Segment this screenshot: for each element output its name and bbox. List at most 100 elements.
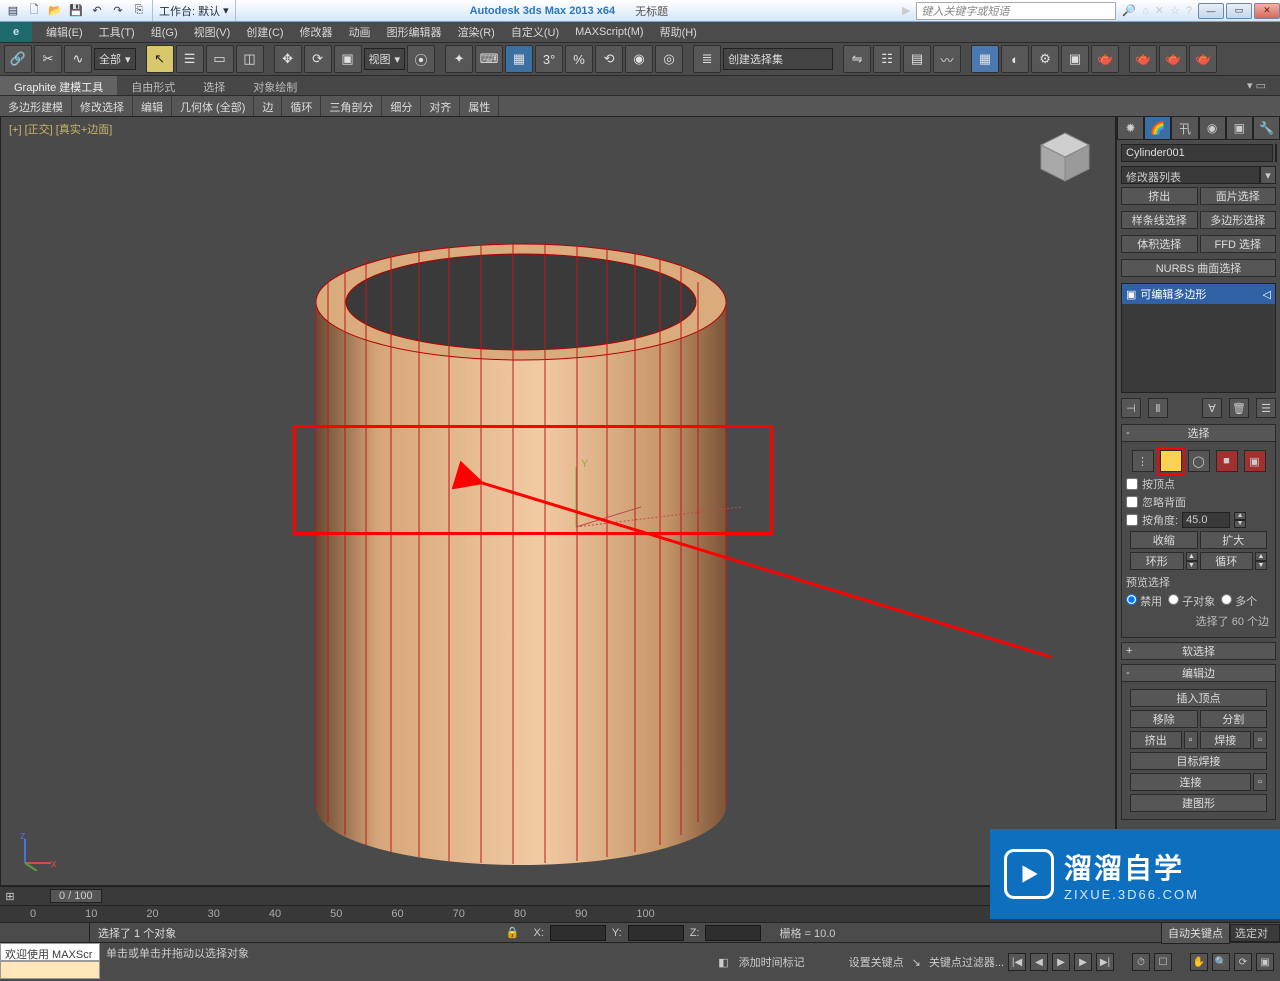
weld-button[interactable]: 焊接 [1200,731,1252,749]
quick-nurbs[interactable]: NURBS 曲面选择 [1121,259,1276,277]
ribbon-tab-freeform[interactable]: 自由形式 [117,76,189,95]
subobj-polygon-icon[interactable]: ■ [1216,450,1238,472]
named-selection-set[interactable]: 创建选择集 [723,48,833,70]
menu-views[interactable]: 视图(V) [186,21,239,43]
menu-help[interactable]: 帮助(H) [652,21,705,43]
exchange-icon[interactable]: ✕ [1155,4,1164,17]
preview-off-radio[interactable]: 禁用 [1126,593,1162,609]
comm-icon[interactable]: ⌂ [1142,5,1149,17]
snap-toggle-icon[interactable]: ▦ [505,45,533,73]
ribbon-sub-edge[interactable]: 边 [254,96,282,116]
tab-create-icon[interactable]: ✹ [1117,116,1144,140]
component-icon[interactable]: ◎ [655,45,683,73]
subobj-border-icon[interactable]: ◯ [1188,450,1210,472]
weld-settings-icon[interactable]: ▫ [1253,731,1267,749]
move-icon[interactable]: ✥ [274,45,302,73]
render-setup-icon[interactable]: ⚙ [1031,45,1059,73]
angle-snap-icon[interactable]: 3° [535,45,563,73]
object-color-swatch[interactable] [1275,144,1277,162]
rollout-toggle-icon[interactable]: - [1126,427,1130,439]
next-frame-icon[interactable]: ▶ [1074,953,1092,971]
ribbon-sub-edit[interactable]: 编辑 [133,96,172,116]
rotate-icon[interactable]: ⟳ [304,45,332,73]
percent-snap-icon[interactable]: % [565,45,593,73]
expand-icon[interactable]: ▣ [1126,288,1136,301]
search-icon[interactable]: 🔎 [1122,4,1136,17]
menu-maxscript[interactable]: MAXScript(M) [567,23,651,41]
manipulate-icon[interactable]: ✦ [445,45,473,73]
extrude-button[interactable]: 挤出 [1130,731,1182,749]
select-object-icon[interactable]: ↖ [146,45,174,73]
tab-display-icon[interactable]: ▣ [1226,116,1253,140]
ribbon-sub-tri[interactable]: 三角剖分 [321,96,382,116]
scale-icon[interactable]: ▣ [334,45,362,73]
subobj-vertex-icon[interactable]: ⋮ [1132,450,1154,472]
selection-filter[interactable]: 全部 ▾ [94,48,136,70]
help-icon[interactable]: ? [1186,5,1192,17]
select-rect-icon[interactable]: ▭ [206,45,234,73]
select-link-icon[interactable]: 🔗 [4,45,32,73]
isolate-icon[interactable]: ☐ [1154,953,1172,971]
key-mode-dropdown[interactable]: 选定对 [1230,924,1280,942]
pin-stack-icon[interactable]: ⊣ [1121,398,1141,418]
tab-utilities-icon[interactable]: 🔧 [1253,116,1280,140]
menu-rendering[interactable]: 渲染(R) [450,21,503,43]
schematic-view-icon[interactable]: ▦ [971,45,999,73]
menu-grapheditors[interactable]: 图形编辑器 [379,21,450,43]
subobj-edge-icon[interactable]: ╱ [1160,450,1182,472]
rollout-toggle-icon[interactable]: - [1126,667,1130,679]
auto-key-button[interactable]: 自动关键点 [1161,922,1230,944]
spinner-up-icon[interactable]: ▲ [1234,512,1246,520]
teapot3-icon[interactable]: 🫖 [1189,45,1217,73]
menu-customize[interactable]: 自定义(U) [503,21,567,43]
align-icon[interactable]: ☷ [873,45,901,73]
ribbon-sub-align[interactable]: 对齐 [421,96,460,116]
ribbon-sub-subd[interactable]: 细分 [382,96,421,116]
maximize-button[interactable]: ▭ [1226,3,1252,19]
viewcube[interactable] [1035,127,1095,187]
subobj-element-icon[interactable]: ▣ [1244,450,1266,472]
tab-motion-icon[interactable]: ◉ [1199,116,1226,140]
key-filters-button[interactable]: 关键点过滤器... [929,954,1004,970]
coord-x-field[interactable] [550,925,606,941]
split-button[interactable]: 分割 [1200,710,1268,728]
configure-icon[interactable]: ☰ [1256,398,1276,418]
ribbon-tab-graphite[interactable]: Graphite 建模工具 [0,76,117,95]
unlink-icon[interactable]: ✂ [34,45,62,73]
ribbon-tab-objectpaint[interactable]: 对象绘制 [239,76,311,95]
teapot2-icon[interactable]: 🫖 [1159,45,1187,73]
remove-mod-icon[interactable]: 🗑 [1229,398,1249,418]
keyboard-shortcut-icon[interactable]: ⌨ [475,45,503,73]
quick-ffdsel[interactable]: FFD 选择 [1200,235,1277,253]
nav-zoom-icon[interactable]: 🔍 [1212,953,1230,971]
time-tag-button[interactable]: 添加时间标记 [733,954,811,970]
search-input[interactable]: 键入关键字或短语 [916,2,1116,20]
ribbon-sub-geom[interactable]: 几何体 (全部) [172,96,254,116]
menu-group[interactable]: 组(G) [143,21,186,43]
grow-button[interactable]: 扩大 [1200,531,1268,549]
minimize-button[interactable]: — [1198,3,1224,19]
close-button[interactable]: ✕ [1254,3,1280,19]
loop-down-icon[interactable]: ▼ [1255,561,1267,570]
spinner-snap-icon[interactable]: ⟲ [595,45,623,73]
ribbon-sub-props[interactable]: 属性 [460,96,499,116]
teapot1-icon[interactable]: 🫖 [1129,45,1157,73]
edged-faces-icon[interactable]: ◉ [625,45,653,73]
menu-create[interactable]: 创建(C) [238,21,291,43]
mini-listener-out[interactable] [0,923,90,942]
ribbon-collapse-icon[interactable]: ▾ ▭ [1233,76,1280,95]
loop-up-icon[interactable]: ▲ [1255,552,1267,561]
modifier-list-dropdown[interactable]: 修改器列表 [1121,166,1260,184]
ribbon-sub-polymodel[interactable]: 多边形建模 [0,96,72,116]
ignore-backfacing-checkbox[interactable]: 忽略背面 [1126,494,1271,510]
mini-listener-input[interactable] [0,961,100,979]
ring-up-icon[interactable]: ▲ [1186,552,1198,561]
spinner-down-icon[interactable]: ▼ [1234,520,1246,528]
nav-orbit-icon[interactable]: ⟳ [1234,953,1252,971]
ribbon-sub-loop[interactable]: 循环 [282,96,321,116]
open-icon[interactable]: 📂 [46,2,64,20]
time-config-icon[interactable]: ⏱ [1132,953,1150,971]
ref-coord-system[interactable]: 视图 ▾ [364,48,406,70]
pin-icon[interactable]: ◁ [1263,288,1271,301]
quick-polysel[interactable]: 多边形选择 [1200,211,1277,229]
